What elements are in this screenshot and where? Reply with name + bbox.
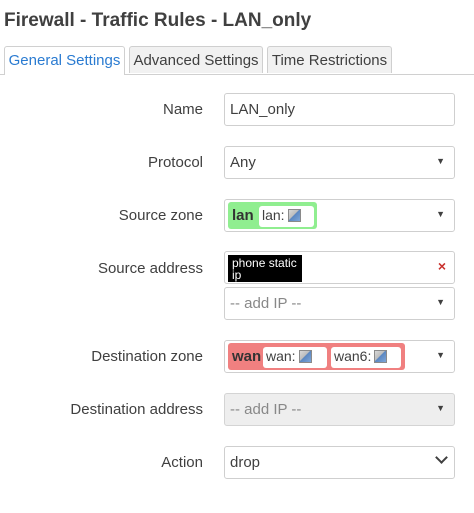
caret-down-icon: ▼ — [436, 403, 445, 413]
source-zone-badge: lan lan: — [228, 202, 317, 229]
tab-bar: General Settings Advanced Settings Time … — [0, 46, 474, 75]
name-label: Name — [162, 101, 203, 118]
interface-label-wan6: wan6: — [334, 348, 372, 364]
protocol-value: Any — [230, 154, 256, 171]
network-interface-icon — [374, 350, 388, 363]
destination-zone-select[interactable]: wan wan: wan6: ▼ — [224, 340, 455, 373]
network-interface-icon — [298, 350, 312, 363]
source-zone-label: Source zone — [118, 207, 203, 224]
source-address-label: Source address — [97, 260, 203, 277]
caret-down-icon: ▼ — [436, 297, 445, 307]
action-value: drop — [230, 454, 261, 471]
interface-chip-wan: wan: — [263, 347, 327, 368]
interface-chip-wan6: wan6: — [331, 347, 401, 368]
protocol-select[interactable]: Any ▼ — [224, 146, 455, 179]
source-zone-name: lan — [232, 207, 254, 224]
destination-zone-name: wan — [232, 348, 262, 365]
tab-time-restrictions[interactable]: Time Restrictions — [267, 46, 392, 73]
interface-label-wan: wan: — [266, 348, 296, 364]
interface-chip-lan: lan: — [259, 206, 314, 227]
destination-zone-label: Destination zone — [91, 348, 203, 365]
interface-label-lan: lan: — [262, 207, 285, 223]
chevron-down-icon — [435, 451, 448, 464]
page-title: Firewall - Traffic Rules - LAN_only — [4, 10, 312, 31]
name-input[interactable]: LAN_only — [224, 93, 455, 126]
source-address-tag: phone static ip — [228, 255, 302, 282]
caret-down-icon: ▼ — [436, 350, 445, 360]
protocol-label: Protocol — [147, 154, 203, 171]
tab-advanced-settings[interactable]: Advanced Settings — [129, 46, 263, 73]
source-zone-select[interactable]: lan lan: ▼ — [224, 199, 455, 232]
source-address-add-select[interactable]: -- add IP -- ▼ — [224, 287, 455, 320]
tab-general-settings[interactable]: General Settings — [4, 46, 125, 75]
destination-address-select[interactable]: -- add IP -- ▼ — [224, 393, 455, 426]
remove-icon[interactable]: × — [438, 258, 446, 274]
caret-down-icon: ▼ — [436, 209, 445, 219]
network-interface-icon — [287, 209, 301, 222]
destination-zone-badge: wan wan: wan6: — [228, 343, 405, 370]
destination-address-placeholder: -- add IP -- — [230, 401, 302, 418]
action-select[interactable]: drop — [224, 446, 455, 479]
source-address-entry[interactable]: phone static ip × — [224, 251, 455, 284]
action-label: Action — [161, 454, 203, 471]
add-ip-placeholder: -- add IP -- — [230, 295, 302, 312]
name-value: LAN_only — [230, 101, 296, 118]
caret-down-icon: ▼ — [436, 156, 445, 166]
destination-address-label: Destination address — [70, 401, 203, 418]
